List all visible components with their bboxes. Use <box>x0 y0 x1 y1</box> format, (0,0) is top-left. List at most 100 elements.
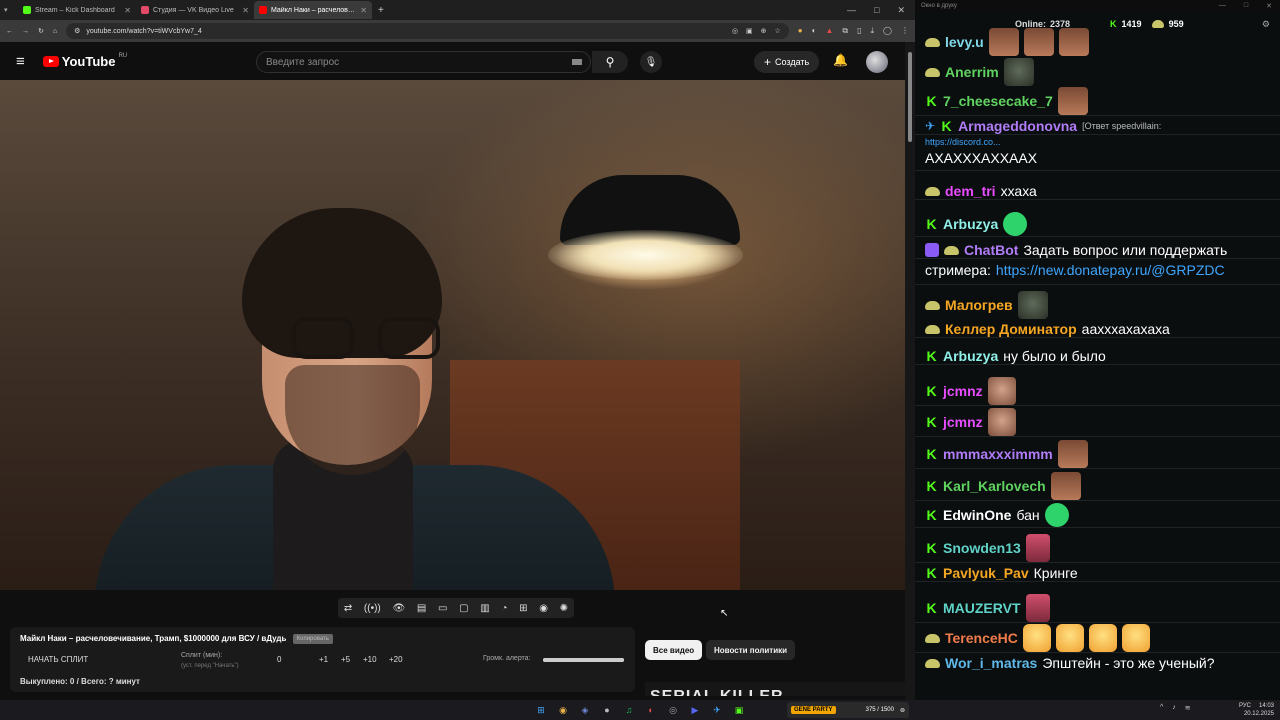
maximize-icon[interactable]: □ <box>874 5 879 16</box>
scrollbar-thumb[interactable] <box>908 52 912 142</box>
search-button[interactable]: ⚲ <box>592 51 628 73</box>
reply-label[interactable]: [Ответ speedvillain: <box>1082 121 1161 131</box>
telegram-icon[interactable]: ✈ <box>709 702 725 718</box>
video-tool-icon[interactable]: ⊞ <box>519 603 527 614</box>
chat-username[interactable]: TerenceHC <box>945 630 1018 646</box>
language-indicator[interactable]: РУС <box>1239 703 1251 709</box>
back-icon[interactable]: ← <box>6 28 13 35</box>
tray-arrow-icon[interactable]: ^ <box>1160 704 1163 712</box>
add-5-button[interactable]: +5 <box>341 655 350 664</box>
voice-search-button[interactable]: 🎙 <box>640 51 662 73</box>
site-info-icon[interactable]: ⚙ <box>74 27 80 35</box>
keyboard-icon[interactable] <box>572 59 582 65</box>
add-20-button[interactable]: +20 <box>389 655 403 664</box>
cast-icon[interactable]: ▣ <box>746 27 753 35</box>
video-tool-icon[interactable]: ◉ <box>539 603 548 614</box>
url-field[interactable]: ⚙ youtube.com/watch?v=tiWVcbYw7_4 ◎ ▣ ⊕ … <box>66 23 789 39</box>
new-tab-button[interactable]: + <box>378 5 384 16</box>
bookmark-star-icon[interactable]: ☆ <box>774 27 780 35</box>
chat-username[interactable]: Wor_i_matras <box>945 655 1037 671</box>
chat-username[interactable]: levy.u <box>945 34 984 50</box>
video-tool-icon[interactable]: ▥ <box>480 603 489 614</box>
maximize-icon[interactable]: □ <box>1244 2 1248 10</box>
add-1-button[interactable]: +1 <box>319 655 328 664</box>
add-10-button[interactable]: +10 <box>363 655 377 664</box>
chat-username[interactable]: Pavlyuk_Pav <box>943 565 1029 581</box>
chat-username[interactable]: EdwinOne <box>943 507 1011 523</box>
create-button[interactable]: + Создать <box>754 51 820 73</box>
chat-username[interactable]: dem_tri <box>945 183 996 199</box>
video-player[interactable] <box>0 80 906 590</box>
chat-username[interactable]: Arbuzya <box>943 216 998 232</box>
extensions-puzzle-icon[interactable]: ⧉ <box>842 26 848 36</box>
search-input[interactable]: Введите запрос <box>256 51 591 73</box>
windows-start-icon[interactable]: ⊞ <box>533 702 549 718</box>
browser-tab[interactable]: Майкл Наки – расчеловечива ✕ <box>254 1 372 19</box>
browser-tab[interactable]: Студия — VK Видео Live ✕ <box>136 1 254 19</box>
copy-button[interactable]: Копировать <box>292 634 333 644</box>
reply-link[interactable]: https://discord.co... <box>915 137 1280 147</box>
obs-icon[interactable]: ● <box>599 702 615 718</box>
chat-username[interactable]: Келлер Доминатор <box>945 321 1077 337</box>
chip-politics-news[interactable]: Новости политики <box>706 640 796 660</box>
chat-username[interactable]: Armageddonovna <box>958 118 1077 134</box>
tab-close-icon[interactable]: ✕ <box>242 6 249 15</box>
taskbar-game-widget[interactable]: GENE PARTY 375 / 1500 ⊚ <box>787 702 909 718</box>
minimize-icon[interactable]: — <box>847 5 856 16</box>
minimize-icon[interactable]: — <box>1219 2 1226 10</box>
close-window-icon[interactable]: ✕ <box>897 5 905 16</box>
chat-username[interactable]: 7_cheesecake_7 <box>943 93 1053 109</box>
taskbar-clock[interactable]: РУС 14:03 20.12.2025 <box>1212 702 1274 718</box>
chat-username[interactable]: Karl_Karlovech <box>943 478 1046 494</box>
chat-username[interactable]: Anerrim <box>945 64 999 80</box>
network-icon[interactable]: ≋ <box>1185 704 1191 712</box>
video-tool-icon[interactable]: ▭ <box>438 603 447 614</box>
notifications-bell-icon[interactable]: 🔔 <box>833 53 848 67</box>
start-split-button[interactable]: НАЧАТЬ СПЛИТ <box>28 655 88 664</box>
youtube-logo[interactable]: YouTube RU <box>42 53 127 69</box>
discord-icon[interactable]: ◈ <box>577 702 593 718</box>
alert-volume-slider[interactable] <box>543 658 624 662</box>
spotify-icon[interactable]: ♫ <box>621 702 637 718</box>
chat-username[interactable]: jcmnz <box>943 383 983 399</box>
recommended-thumbnail[interactable]: SERIAL KILLER <box>645 682 907 696</box>
tab-close-icon[interactable]: ✕ <box>360 6 367 15</box>
steam-icon[interactable]: ◎ <box>665 702 681 718</box>
avatar[interactable] <box>866 51 888 73</box>
video-tool-icon[interactable]: ✺ <box>560 603 568 614</box>
video-tool-icon[interactable]: ((•)) <box>364 603 381 614</box>
reload-icon[interactable]: ↻ <box>38 27 44 35</box>
tab-close-icon[interactable]: ✕ <box>124 6 131 15</box>
chat-username[interactable]: MAUZERVT <box>943 600 1021 616</box>
sidebar-icon[interactable]: ▯ <box>857 26 861 36</box>
video-tool-icon[interactable]: ▤ <box>417 603 426 614</box>
donate-link[interactable]: https://new.donatepay.ru/@GRPZDC <box>996 262 1225 278</box>
chat-username[interactable]: mmmaxxximmm <box>943 446 1053 462</box>
lens-icon[interactable]: ◎ <box>732 27 738 35</box>
page-scrollbar[interactable] <box>905 42 915 700</box>
translate-icon[interactable]: ⊕ <box>761 27 767 35</box>
split-minutes-input[interactable]: 0 <box>277 655 281 664</box>
chat-username[interactable]: ChatBot <box>964 242 1018 258</box>
browser-icon[interactable]: ◐ <box>643 702 659 718</box>
forward-icon[interactable]: → <box>22 28 29 35</box>
chat-username[interactable]: jcmnz <box>943 414 983 430</box>
close-window-icon[interactable]: ✕ <box>1266 2 1272 10</box>
profile-icon[interactable]: ◯ <box>883 26 892 36</box>
hamburger-menu-icon[interactable]: ≡ <box>16 53 25 70</box>
menu-dots-icon[interactable]: ⋮ <box>901 26 909 36</box>
media-icon[interactable]: ▶ <box>687 702 703 718</box>
chat-username[interactable]: Малогрев <box>945 297 1013 313</box>
extension-icon[interactable]: ◐ <box>812 26 817 36</box>
mic-tray-icon[interactable]: ♪ <box>1172 704 1176 712</box>
chrome-icon[interactable]: ◉ <box>555 702 571 718</box>
extension-icon[interactable]: ● <box>798 26 803 36</box>
chat-username[interactable]: Arbuzya <box>943 348 998 364</box>
extension-icon[interactable]: ▲ <box>825 26 833 36</box>
video-tool-icon[interactable]: ▢ <box>459 603 468 614</box>
video-tool-icon[interactable]: 👁 <box>392 603 405 614</box>
video-tool-icon[interactable]: ◔ <box>501 603 507 614</box>
download-icon[interactable]: ⤓ <box>871 26 875 36</box>
tab-search-icon[interactable]: ▾ <box>4 6 18 14</box>
chat-username[interactable]: Snowden13 <box>943 540 1021 556</box>
